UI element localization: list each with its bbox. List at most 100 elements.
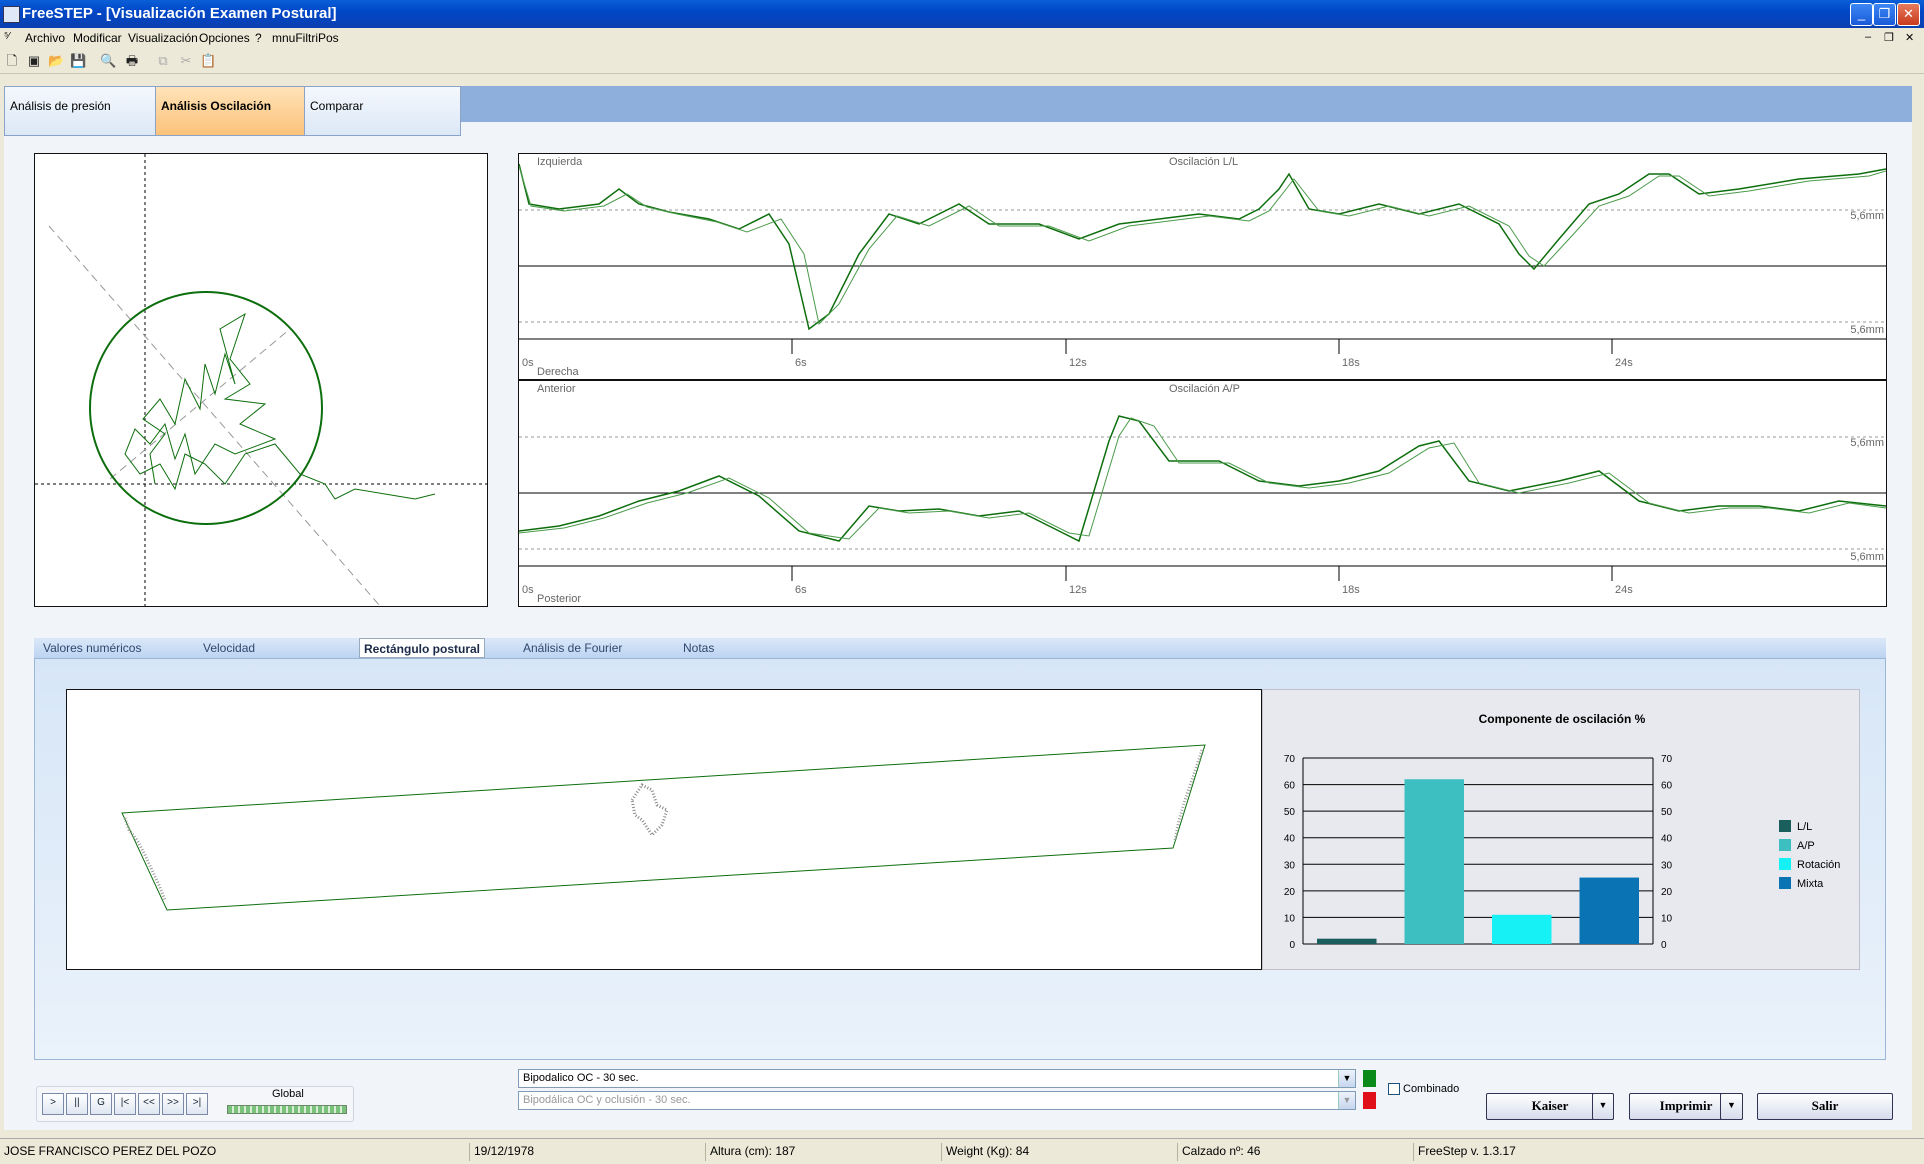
y-tick-right: 40 (1661, 834, 1673, 845)
pause-button[interactable]: || (66, 1093, 88, 1115)
tab-valores-numericos[interactable]: Valores numéricos (43, 641, 141, 655)
copy-icon[interactable]: ⧉ (155, 53, 171, 69)
oscillation-component-chart: Componente de oscilación % 0 0 10 10 20 20 30 3… (1262, 689, 1860, 970)
legend-swatch (1779, 839, 1791, 851)
salir-label: Salir (1811, 1098, 1839, 1113)
save-icon[interactable]: 💾 (70, 53, 86, 69)
menu-help[interactable]: ? (255, 31, 262, 45)
progress-bar[interactable] (227, 1105, 347, 1114)
imprimir-dropdown-icon[interactable]: ▼ (1720, 1093, 1743, 1120)
combinado-label: Combinado (1403, 1083, 1460, 1095)
ap-plot (519, 415, 1886, 581)
postural-rectangle (121, 744, 1206, 911)
status-bar: JOSE FRANCISCO PEREZ DEL POZO 19/12/1978… (0, 1138, 1924, 1164)
legend-label: Rotación (1797, 859, 1840, 871)
weight-value: Weight (Kg): 84 (942, 1143, 1178, 1161)
menu-mnufiltripos[interactable]: mnuFiltriPos (272, 31, 339, 45)
global-button[interactable]: G (90, 1093, 112, 1115)
y-tick-right: 30 (1661, 860, 1673, 871)
legend-label: A/P (1797, 840, 1815, 852)
paste-icon[interactable]: 📋 (200, 53, 216, 69)
ll-trace-2 (519, 165, 1886, 326)
secondary-color-swatch (1363, 1092, 1376, 1109)
close-icon[interactable]: ✕ (1897, 3, 1920, 26)
exam-select-primary-value: Bipodalico OC - 30 sec. (523, 1072, 639, 1084)
bar-chart-svg: 0 0 10 10 20 20 30 30 40 40 50 50 60 60 70 70 L/L A/P Rota… (1284, 754, 1841, 951)
confidence-ellipse (89, 291, 323, 525)
last-button[interactable]: >| (186, 1093, 208, 1115)
chevron-down-icon[interactable]: ▼ (1338, 1092, 1355, 1109)
legend-swatch (1779, 820, 1791, 832)
minimize-icon[interactable]: _ (1850, 3, 1873, 26)
menu-visualizacion[interactable]: Visualización (128, 31, 198, 45)
statokinesigram (35, 154, 487, 607)
primary-color-swatch (1363, 1070, 1376, 1087)
ap-trace-1 (519, 415, 1886, 543)
legend-label: L/L (1797, 821, 1812, 833)
mdi-icon[interactable]: ⁵⁄ (4, 31, 10, 42)
exam-select-primary[interactable]: Bipodalico OC - 30 sec. ▼ (518, 1069, 1356, 1088)
salir-button[interactable]: Salir (1757, 1093, 1893, 1120)
title-bar: FreeSTEP - [Visualización Examen Postura… (0, 0, 1924, 28)
menu-bar: ⁵⁄ Archivo Modificar Visualización Opcio… (0, 28, 1924, 48)
y-tick-left: 60 (1284, 781, 1296, 792)
print-icon[interactable]: 🖶 (124, 53, 140, 69)
y-tick-right: 20 (1661, 887, 1673, 898)
legend-swatch (1779, 877, 1791, 889)
statokinesigram-panel (34, 153, 488, 607)
y-tick-right: 70 (1661, 754, 1673, 765)
bar-ll (1317, 938, 1377, 944)
open-folder-icon[interactable]: 📂 (48, 53, 64, 69)
ll-plot (519, 163, 1886, 354)
height-value: Altura (cm): 187 (706, 1143, 942, 1161)
window-title: FreeSTEP - [Visualización Examen Postura… (22, 5, 337, 22)
lower-tab-strip: Valores numéricos Velocidad Rectángulo p… (34, 638, 1886, 658)
exam-select-secondary[interactable]: Bipodálica OC y oclusión - 30 sec. ▼ (518, 1091, 1356, 1110)
chevron-down-icon[interactable]: ▼ (1338, 1070, 1355, 1087)
y-tick-left: 40 (1284, 834, 1296, 845)
y-tick-left: 50 (1284, 807, 1296, 818)
menu-modificar[interactable]: Modificar (73, 31, 122, 45)
cut-icon[interactable]: ✂ (178, 53, 194, 69)
imprimir-label: Imprimir (1659, 1098, 1713, 1113)
tab-analisis-oscilacion[interactable]: Análisis Oscilación (155, 86, 310, 136)
ap-oscillation-chart: Anterior Oscilación A/P Posterior 5,6mm … (518, 380, 1887, 607)
rewind-button[interactable]: << (138, 1093, 160, 1115)
play-button[interactable]: > (42, 1093, 64, 1115)
y-tick-left: 10 (1284, 913, 1296, 924)
legend-label: Mixta (1797, 878, 1824, 890)
bar-ap (1404, 779, 1464, 944)
menu-opciones[interactable]: Opciones (199, 31, 250, 45)
kaiser-label: Kaiser (1531, 1098, 1569, 1113)
tab-notas[interactable]: Notas (683, 641, 714, 655)
combinado-checkbox[interactable] (1388, 1083, 1400, 1095)
ellipse-axis (48, 225, 381, 607)
y-tick-right: 60 (1661, 781, 1673, 792)
tab-comparar[interactable]: Comparar (304, 86, 461, 136)
tab-analisis-presion[interactable]: Análisis de presión (4, 86, 161, 136)
patient-name: JOSE FRANCISCO PEREZ DEL POZO (0, 1143, 470, 1161)
tab-analisis-fourier[interactable]: Análisis de Fourier (523, 641, 622, 655)
bar-mixta (1579, 877, 1639, 944)
mdi-minimize-icon[interactable]: – (1865, 31, 1871, 43)
legend-swatch (1779, 858, 1791, 870)
menu-archivo[interactable]: Archivo (25, 31, 65, 45)
mdi-restore-icon[interactable]: ❐ (1884, 31, 1894, 44)
new-file-icon[interactable]: 🗋 (4, 53, 20, 69)
y-tick-right: 50 (1661, 807, 1673, 818)
form-icon[interactable]: ▣ (26, 53, 42, 69)
postural-rectangle-panel (66, 689, 1262, 970)
y-tick-left: 20 (1284, 887, 1296, 898)
forward-button[interactable]: >> (162, 1093, 184, 1115)
birth-date: 19/12/1978 (470, 1143, 706, 1161)
mdi-close-icon[interactable]: ✕ (1905, 31, 1914, 44)
kaiser-dropdown-icon[interactable]: ▼ (1592, 1093, 1614, 1120)
y-tick-left: 30 (1284, 860, 1296, 871)
shoe-size: Calzado nº: 46 (1178, 1143, 1414, 1161)
tab-velocidad[interactable]: Velocidad (203, 641, 255, 655)
print-preview-icon[interactable]: 🔍 (100, 53, 116, 69)
first-button[interactable]: |< (114, 1093, 136, 1115)
maximize-icon[interactable]: ❐ (1873, 3, 1896, 26)
tab-rectangulo-postural[interactable]: Rectángulo postural (359, 638, 486, 658)
toolbar: 🗋 ▣ 📂 💾 🔍 🖶 ⧉ ✂ 📋 (0, 48, 1924, 74)
